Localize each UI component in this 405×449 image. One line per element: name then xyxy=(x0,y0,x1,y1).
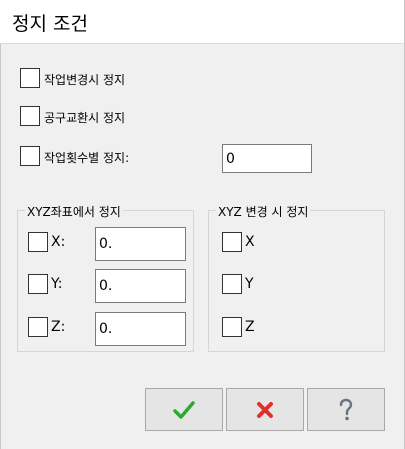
change-y-checkbox[interactable] xyxy=(222,274,242,294)
help-button[interactable] xyxy=(307,388,385,431)
question-icon xyxy=(337,398,355,422)
cancel-button[interactable] xyxy=(226,388,304,431)
coord-x-checkbox[interactable] xyxy=(28,232,48,252)
window-title: 정지 조건 xyxy=(12,13,88,35)
stop-on-job-count-label: 작업횟수별 정지: xyxy=(44,151,130,165)
coord-y-label: Y: xyxy=(51,276,63,292)
coord-z-checkbox[interactable] xyxy=(28,317,48,337)
change-z-checkbox[interactable] xyxy=(222,317,242,337)
coord-y-checkbox[interactable] xyxy=(28,274,48,294)
coord-y-input[interactable] xyxy=(95,269,186,303)
coord-z-input[interactable] xyxy=(95,312,186,346)
stop-on-tool-change-label: 공구교환시 정지 xyxy=(44,111,126,125)
change-z-label: Z xyxy=(245,319,255,335)
stop-on-job-count-checkbox[interactable] xyxy=(20,146,40,166)
change-y-label: Y xyxy=(245,276,254,292)
x-icon xyxy=(256,401,274,419)
job-count-input[interactable] xyxy=(222,144,312,173)
stop-on-job-change-checkbox[interactable] xyxy=(20,68,40,88)
change-x-checkbox[interactable] xyxy=(222,232,242,252)
title-bar: 정지 조건 xyxy=(0,0,405,44)
stop-on-tool-change-checkbox[interactable] xyxy=(20,106,40,126)
window-border-left xyxy=(0,44,1,449)
coord-z-label: Z: xyxy=(51,319,66,335)
ok-button[interactable] xyxy=(145,388,223,431)
coord-x-label: X: xyxy=(51,234,66,250)
stop-on-job-change-label: 작업변경시 정지 xyxy=(44,73,126,87)
change-x-label: X xyxy=(245,234,255,250)
xyz-change-stop-title: XYZ 변경 시 정지 xyxy=(216,203,311,220)
coord-x-input[interactable] xyxy=(95,227,186,261)
xyz-coordinate-stop-title: XYZ좌표에서 정지 xyxy=(25,203,123,220)
checkmark-icon xyxy=(173,400,195,420)
